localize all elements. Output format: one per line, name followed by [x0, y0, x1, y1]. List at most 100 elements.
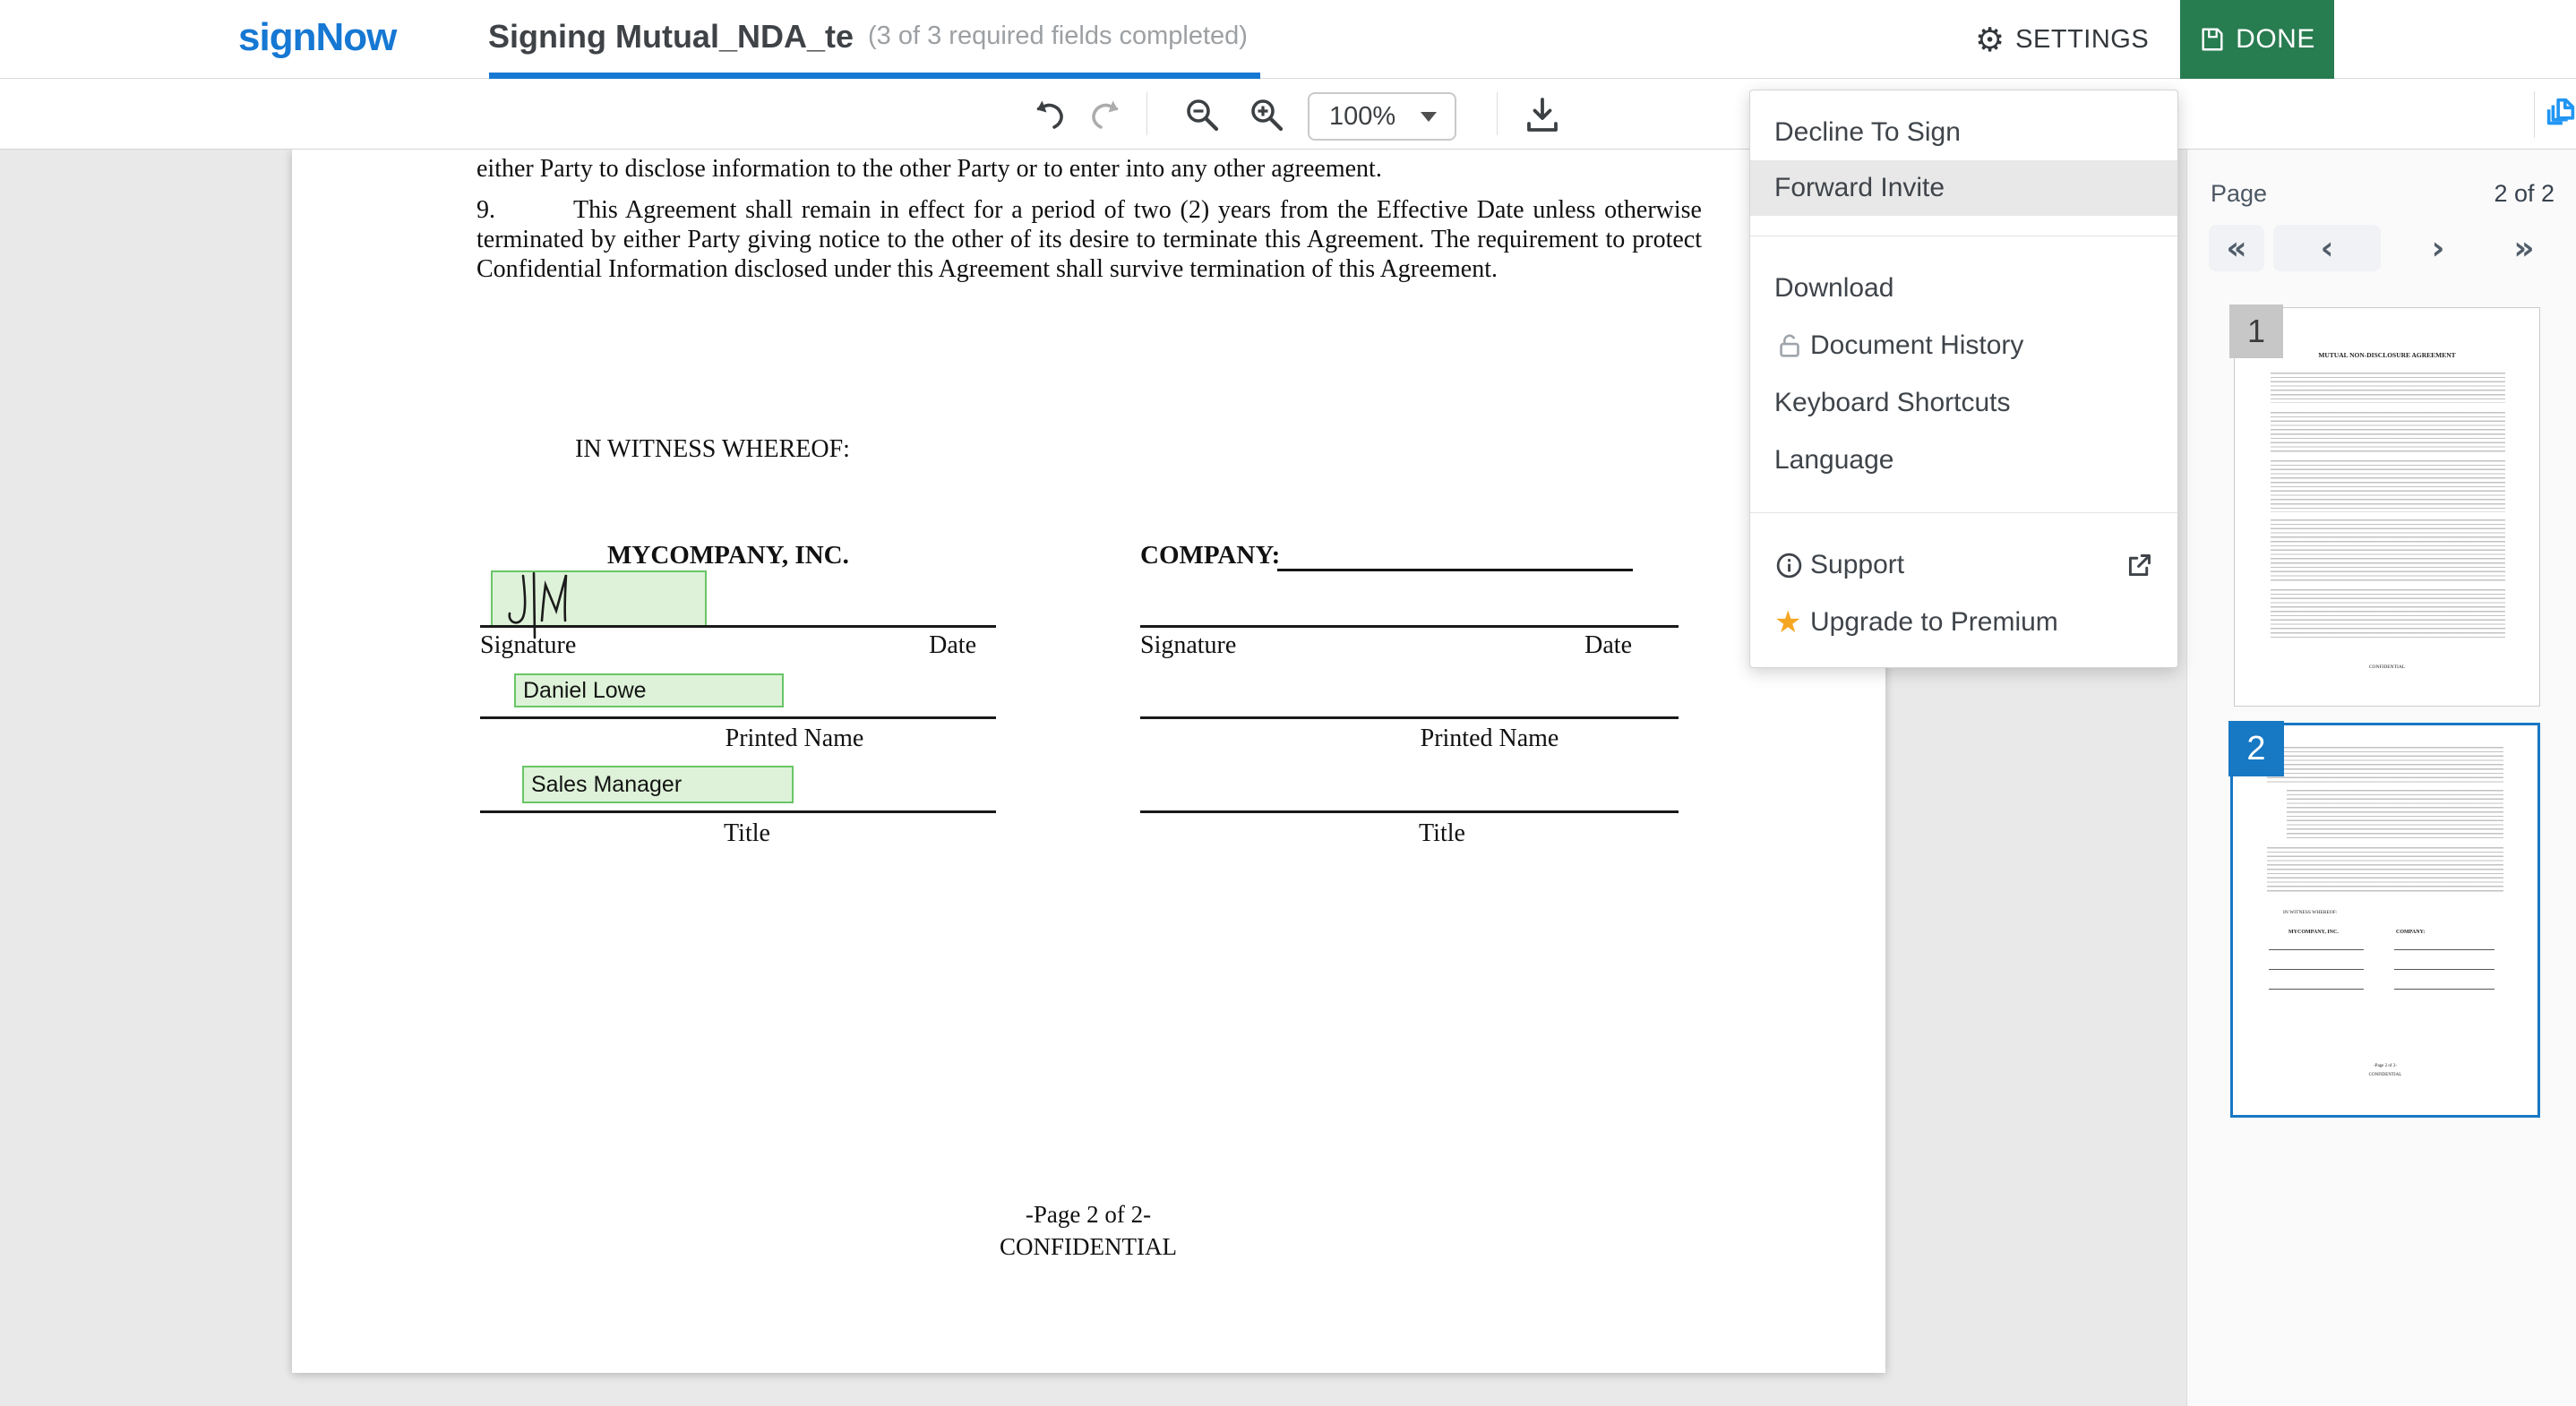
undo-button[interactable]: [1026, 95, 1066, 134]
menu-item-label: Document History: [1810, 330, 2023, 361]
date-label: Date: [1584, 631, 1632, 660]
menu-item-document-history[interactable]: Document History: [1750, 317, 2177, 374]
thumbnail-2-footer-number: -Page 2 of 2-: [2233, 1064, 2537, 1068]
external-link-icon: [2125, 551, 2154, 580]
signature-label: Signature: [1140, 631, 1236, 660]
thumbnail-text-lines: [2271, 589, 2505, 639]
thumbnail-signature-line: [2269, 969, 2364, 970]
settings-label: SETTINGS: [2015, 25, 2149, 55]
settings-button[interactable]: ⚙ SETTINGS: [1975, 0, 2149, 79]
next-page-button[interactable]: ›: [2413, 225, 2463, 271]
undo-icon: [1026, 95, 1066, 134]
page-indicator: 2 of 2: [2494, 180, 2555, 208]
thumbnail-text-lines: [2287, 790, 2503, 840]
thumbnail-2-left-heading: MYCOMPANY, INC.: [2288, 930, 2339, 935]
signature-date-labels: Signature Date: [480, 631, 996, 660]
signature-field[interactable]: [491, 570, 707, 627]
first-page-button[interactable]: «: [2209, 225, 2264, 271]
app-window: signNow Signing Mutual_NDA_te (3 of 3 re…: [0, 0, 2576, 1406]
thumbnail-1-footer: CONFIDENTIAL: [2235, 664, 2539, 670]
menu-item-support[interactable]: Support: [1750, 536, 2177, 594]
zoom-in-icon: [1247, 95, 1286, 134]
printed-name-line: [1140, 716, 1679, 719]
title-label: Title: [1419, 819, 1465, 848]
redo-button[interactable]: [1089, 95, 1129, 134]
first-page-icon: «: [2226, 230, 2246, 267]
title-field[interactable]: Sales Manager: [522, 766, 794, 803]
title-label: Title: [724, 819, 770, 848]
zoom-out-button[interactable]: [1182, 95, 1222, 134]
document-toolbar: 100%: [0, 80, 2576, 150]
menu-item-label: Language: [1774, 445, 1893, 476]
signature-line: [480, 625, 996, 628]
settings-dropdown-menu: Decline To Sign Forward Invite Download …: [1749, 90, 2178, 668]
menu-item-label: Forward Invite: [1774, 173, 1945, 203]
clause-9: 9. This Agreement shall remain in effect…: [477, 195, 1702, 284]
thumbnail-2-footer-confidential: CONFIDENTIAL: [2233, 1073, 2537, 1077]
thumbnail-page-1[interactable]: MUTUAL NON-DISCLOSURE AGREEMENT CONFIDEN…: [2234, 307, 2540, 707]
next-page-icon: ›: [2432, 230, 2445, 267]
top-bar: signNow Signing Mutual_NDA_te (3 of 3 re…: [0, 0, 2576, 79]
done-label: DONE: [2236, 24, 2315, 55]
clause-9-text: This Agreement shall remain in effect fo…: [477, 195, 1702, 284]
zoom-out-icon: [1182, 95, 1222, 134]
thumbnail-1-badge: 1: [2229, 304, 2283, 358]
pages-icon: [2542, 95, 2576, 133]
thumbnail-signature-line: [2269, 989, 2364, 990]
thumbnail-signature-line: [2269, 949, 2364, 950]
menu-item-decline-to-sign[interactable]: Decline To Sign: [1750, 105, 2177, 160]
thumbnail-2-right-heading: COMPANY:: [2396, 930, 2425, 935]
page-label: Page: [2211, 180, 2267, 208]
thumbnail-text-lines: [2271, 519, 2505, 582]
thumbnail-text-lines: [2271, 373, 2505, 403]
thumbnail-text-lines: [2267, 747, 2503, 783]
zoom-level-value: 100%: [1329, 102, 1395, 132]
download-button[interactable]: [1523, 95, 1562, 134]
thumbnail-2-badge: 2: [2228, 721, 2284, 776]
menu-item-label: Keyboard Shortcuts: [1774, 388, 2010, 418]
info-icon: [1774, 551, 1810, 580]
date-label: Date: [929, 631, 976, 660]
zoom-level-select[interactable]: 100%: [1308, 92, 1456, 141]
download-icon: [1523, 95, 1562, 134]
pages-panel-toggle[interactable]: [2542, 95, 2576, 133]
menu-divider: [1750, 512, 2177, 513]
star-icon: ★: [1774, 607, 1810, 638]
thumbnail-page-2[interactable]: IN WITNESS WHEREOF: MYCOMPANY, INC. COMP…: [2230, 723, 2540, 1118]
document-page: either Party to disclose information to …: [292, 150, 1885, 1373]
toolbar-divider: [1497, 92, 1498, 135]
zoom-in-button[interactable]: [1247, 95, 1286, 134]
document-workspace: either Party to disclose information to …: [0, 150, 2576, 1406]
printed-name-label: Printed Name: [726, 724, 864, 753]
thumbnail-2-witness-line: IN WITNESS WHEREOF:: [2283, 910, 2337, 915]
menu-item-download[interactable]: Download: [1750, 260, 2177, 317]
thumbnail-text-lines: [2267, 847, 2503, 894]
page-footer-number: -Page 2 of 2-: [1026, 1201, 1151, 1229]
thumbnail-text-lines: [2271, 460, 2505, 512]
menu-item-label: Upgrade to Premium: [1810, 607, 2058, 638]
lock-icon: [1774, 330, 1810, 361]
title-line: [480, 810, 996, 813]
left-party-name: MYCOMPANY, INC.: [607, 541, 849, 570]
previous-page-button[interactable]: ‹: [2273, 225, 2381, 271]
company-name-blank-line: [1277, 544, 1633, 571]
toolbar-divider: [1146, 92, 1147, 135]
last-page-button[interactable]: »: [2499, 225, 2549, 271]
printed-name-field[interactable]: Daniel Lowe: [514, 673, 784, 707]
save-icon: [2199, 26, 2226, 53]
gear-icon: ⚙: [1975, 23, 2005, 56]
menu-item-upgrade-to-premium[interactable]: ★ Upgrade to Premium: [1750, 594, 2177, 651]
menu-item-label: Support: [1810, 550, 1904, 580]
document-title-block: Signing Mutual_NDA_te (3 of 3 required f…: [488, 0, 1248, 73]
done-button[interactable]: DONE: [2180, 0, 2334, 79]
menu-item-keyboard-shortcuts[interactable]: Keyboard Shortcuts: [1750, 374, 2177, 432]
signature-line: [1140, 625, 1679, 628]
previous-page-icon: ‹: [2321, 230, 2334, 267]
thumbnail-signature-line: [2394, 949, 2494, 950]
menu-item-forward-invite[interactable]: Forward Invite: [1750, 160, 2177, 216]
right-party-label: COMPANY:: [1140, 541, 1280, 570]
menu-item-language[interactable]: Language: [1750, 432, 2177, 489]
witness-line: IN WITNESS WHEREOF:: [575, 434, 850, 464]
redo-icon: [1089, 95, 1129, 134]
fields-progress-note: (3 of 3 required fields completed): [868, 21, 1248, 51]
